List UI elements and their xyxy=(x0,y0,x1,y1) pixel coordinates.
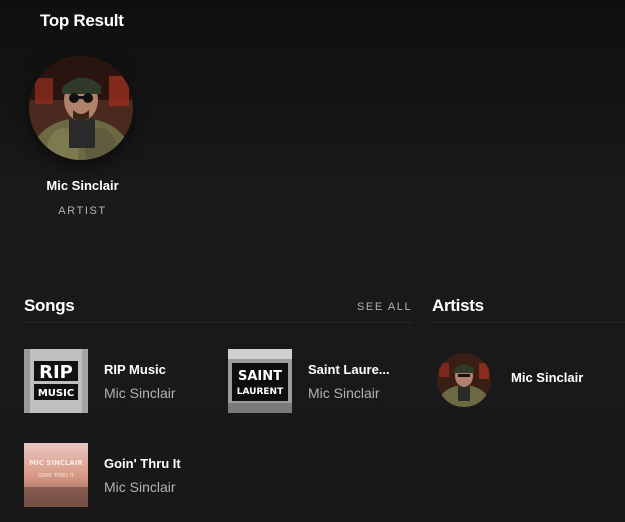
song-artist-goin-thru-it[interactable]: Mic Sinclair xyxy=(104,479,176,495)
song-artist-saint-laurent[interactable]: Mic Sinclair xyxy=(308,385,380,401)
artist-portrait-image xyxy=(437,353,491,407)
artist-name[interactable]: Mic Sinclair xyxy=(511,370,583,385)
song-artist-rip-music[interactable]: Mic Sinclair xyxy=(104,385,176,401)
cover-text-bottom: LAURENT xyxy=(237,387,284,397)
song-title-rip-music[interactable]: RIP Music xyxy=(104,362,166,377)
album-cover-image: MIC SINCLAIR GOIN' THRU IT xyxy=(24,443,88,507)
song-cover-saint-laurent[interactable]: SAINT LAURENT xyxy=(228,349,292,413)
song-cover-goin-thru-it[interactable]: MIC SINCLAIR GOIN' THRU IT xyxy=(24,443,88,507)
cover-text-bottom: MUSIC xyxy=(38,388,74,399)
artist-portrait-image xyxy=(29,56,133,160)
cover-text-top: RIP xyxy=(39,362,73,383)
cover-text-top: SAINT xyxy=(238,369,282,384)
top-result-type: ARTIST xyxy=(58,205,107,217)
song-title-goin-thru-it[interactable]: Goin' Thru It xyxy=(104,456,181,471)
album-cover-image: SAINT LAURENT xyxy=(228,349,292,413)
song-title-saint-laurent[interactable]: Saint Laure... xyxy=(308,362,390,377)
song-cover-rip-music[interactable]: RIP MUSIC xyxy=(24,349,88,413)
top-result-avatar[interactable] xyxy=(29,56,133,160)
album-cover-image: RIP MUSIC xyxy=(24,349,88,413)
artist-avatar[interactable] xyxy=(437,353,491,407)
artists-heading[interactable]: Artists xyxy=(432,296,484,316)
cover-text-bottom: GOIN' THRU IT xyxy=(38,473,75,479)
songs-divider xyxy=(24,322,412,323)
artists-divider xyxy=(432,322,625,323)
cover-text-top: MIC SINCLAIR xyxy=(29,459,83,467)
songs-heading[interactable]: Songs xyxy=(24,296,75,316)
see-all-button[interactable]: SEE ALL xyxy=(357,301,412,313)
top-result-name[interactable]: Mic Sinclair xyxy=(0,178,165,193)
top-result-heading: Top Result xyxy=(40,11,124,30)
